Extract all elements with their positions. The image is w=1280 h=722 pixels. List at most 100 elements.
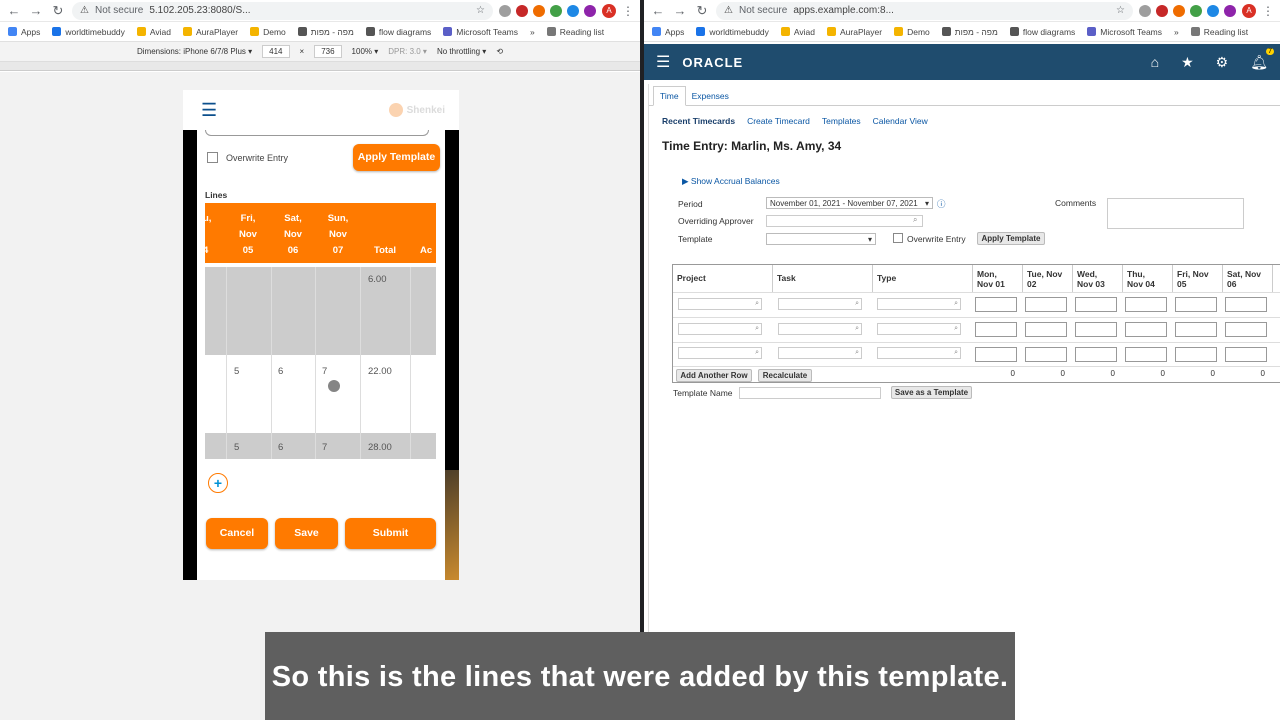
extension-icon[interactable] — [499, 4, 511, 17]
hours-input[interactable] — [1175, 347, 1217, 362]
extension-icon[interactable] — [584, 4, 596, 17]
profile-avatar[interactable]: A — [602, 3, 616, 18]
task-lov[interactable]: ⌕ — [778, 298, 862, 310]
favorites-star-icon[interactable]: ★ — [1181, 54, 1194, 71]
device-height-input[interactable]: 736 — [314, 45, 342, 58]
type-lov[interactable]: ⌕ — [877, 298, 961, 310]
hours-input[interactable] — [1225, 297, 1267, 312]
save-button[interactable]: Save — [275, 518, 338, 549]
zoom-select[interactable]: 100% ▾ — [352, 47, 379, 56]
bookmark-item[interactable]: worldtimebuddy — [696, 27, 769, 37]
recalculate-button[interactable]: Recalculate — [758, 369, 812, 382]
link-templates[interactable]: Templates — [822, 116, 861, 126]
bookmark-item[interactable]: Apps — [8, 27, 40, 37]
hours-input[interactable] — [1225, 322, 1267, 337]
task-lov[interactable]: ⌕ — [778, 347, 862, 359]
bookmark-item[interactable]: AuraPlayer — [183, 27, 238, 37]
comments-textarea[interactable] — [1107, 198, 1244, 229]
reading-list[interactable]: Reading list — [1190, 27, 1248, 37]
bookmark-item[interactable]: Aviad — [136, 27, 171, 37]
extension-icon[interactable] — [1156, 4, 1168, 17]
bookmark-item[interactable]: AuraPlayer — [827, 27, 882, 37]
bookmark-item[interactable]: flow diagrams — [365, 27, 431, 37]
extension-icon[interactable] — [1139, 4, 1151, 17]
project-lov[interactable]: ⌕ — [678, 347, 762, 359]
bookmark-item[interactable]: מפה - מפות — [297, 27, 354, 37]
profile-avatar[interactable]: A — [1242, 3, 1256, 18]
extension-icon[interactable] — [1224, 4, 1236, 17]
submit-button[interactable]: Submit — [345, 518, 436, 549]
rotate-icon[interactable]: ⟲ — [496, 47, 503, 56]
show-accrual-balances-link[interactable]: ▶ Show Accrual Balances — [682, 176, 780, 187]
project-lov[interactable]: ⌕ — [678, 323, 762, 335]
overwrite-entry-checkbox[interactable] — [207, 152, 218, 163]
hours-input[interactable] — [975, 347, 1017, 362]
add-line-icon[interactable]: + — [208, 473, 228, 493]
hours-input[interactable] — [1075, 347, 1117, 362]
hours-input[interactable] — [1225, 347, 1267, 362]
extension-icon[interactable] — [1207, 4, 1219, 17]
dpr-select[interactable]: DPR: 3.0 ▾ — [388, 47, 427, 56]
hours-input[interactable] — [1175, 322, 1217, 337]
hours-input[interactable] — [1075, 297, 1117, 312]
type-lov[interactable]: ⌕ — [877, 347, 961, 359]
table-row[interactable] — [205, 267, 436, 355]
back-icon[interactable]: ← — [650, 3, 666, 19]
forward-icon[interactable]: → — [672, 3, 688, 19]
extension-icon[interactable] — [567, 4, 579, 17]
hours-input[interactable] — [1125, 347, 1167, 362]
extension-icon[interactable] — [1190, 4, 1202, 17]
menu-kebab-icon[interactable]: ⋮ — [622, 4, 634, 18]
bookmark-item[interactable]: Demo — [894, 27, 930, 37]
reload-icon[interactable]: ↻ — [694, 3, 710, 19]
extension-icon[interactable] — [550, 4, 562, 17]
row-cell[interactable]: 5 — [234, 366, 239, 377]
template-name-input[interactable] — [739, 387, 881, 399]
link-calendar-view[interactable]: Calendar View — [873, 116, 928, 126]
bookmark-item[interactable]: מפה - מפות — [941, 27, 998, 37]
gear-icon[interactable]: ⚙ — [1216, 54, 1229, 71]
row-cell[interactable]: 7 — [322, 366, 327, 377]
project-lov[interactable]: ⌕ — [678, 298, 762, 310]
overwrite-entry-checkbox[interactable] — [893, 233, 903, 243]
link-create-timecard[interactable]: Create Timecard — [747, 116, 810, 126]
hours-input[interactable] — [1125, 322, 1167, 337]
tab-time[interactable]: Time — [653, 86, 686, 106]
apply-template-button[interactable]: Apply Template — [353, 144, 440, 171]
reading-list[interactable]: Reading list — [546, 27, 604, 37]
type-lov[interactable]: ⌕ — [877, 323, 961, 335]
reload-icon[interactable]: ↻ — [50, 3, 66, 19]
bookmark-overflow[interactable]: » — [1174, 27, 1179, 37]
hamburger-menu-icon[interactable]: ☰ — [656, 52, 670, 72]
address-bar[interactable]: ⚠ Not secure 5.102.205.23:8080/S... ☆ — [72, 1, 493, 20]
device-width-input[interactable]: 414 — [262, 45, 290, 58]
bookmark-item[interactable]: Microsoft Teams — [1087, 27, 1162, 37]
hours-input[interactable] — [1075, 322, 1117, 337]
row-cell[interactable]: 6 — [278, 366, 283, 377]
search-icon[interactable]: ⌕ — [913, 215, 917, 225]
hours-input[interactable] — [975, 297, 1017, 312]
period-select[interactable]: November 01, 2021 - November 07, 2021 ▾ — [766, 197, 933, 209]
extension-icon[interactable] — [1173, 4, 1185, 17]
add-another-row-button[interactable]: Add Another Row — [676, 369, 752, 382]
bookmark-overflow[interactable]: » — [530, 27, 535, 37]
menu-kebab-icon[interactable]: ⋮ — [1262, 4, 1274, 18]
template-select[interactable]: ▾ — [766, 233, 876, 245]
apply-template-button[interactable]: Apply Template — [977, 232, 1045, 245]
bookmark-item[interactable]: Apps — [652, 27, 684, 37]
address-bar[interactable]: ⚠ Not secure apps.example.com:8... ☆ — [716, 1, 1133, 20]
bookmark-item[interactable]: Aviad — [780, 27, 815, 37]
row-cell[interactable]: 5 — [234, 442, 239, 453]
save-as-template-button[interactable]: Save as a Template — [891, 386, 972, 399]
extension-icon[interactable] — [533, 4, 545, 17]
table-row[interactable] — [205, 433, 436, 459]
hamburger-menu-icon[interactable]: ☰ — [201, 101, 217, 119]
bookmark-item[interactable]: Demo — [250, 27, 286, 37]
hours-input[interactable] — [1025, 322, 1067, 337]
back-icon[interactable]: ← — [6, 3, 22, 19]
task-lov[interactable]: ⌕ — [778, 323, 862, 335]
period-info-icon[interactable]: ⓘ — [937, 198, 946, 210]
bookmark-item[interactable]: Microsoft Teams — [443, 27, 518, 37]
forward-icon[interactable]: → — [28, 3, 44, 19]
bookmark-item[interactable]: flow diagrams — [1009, 27, 1075, 37]
